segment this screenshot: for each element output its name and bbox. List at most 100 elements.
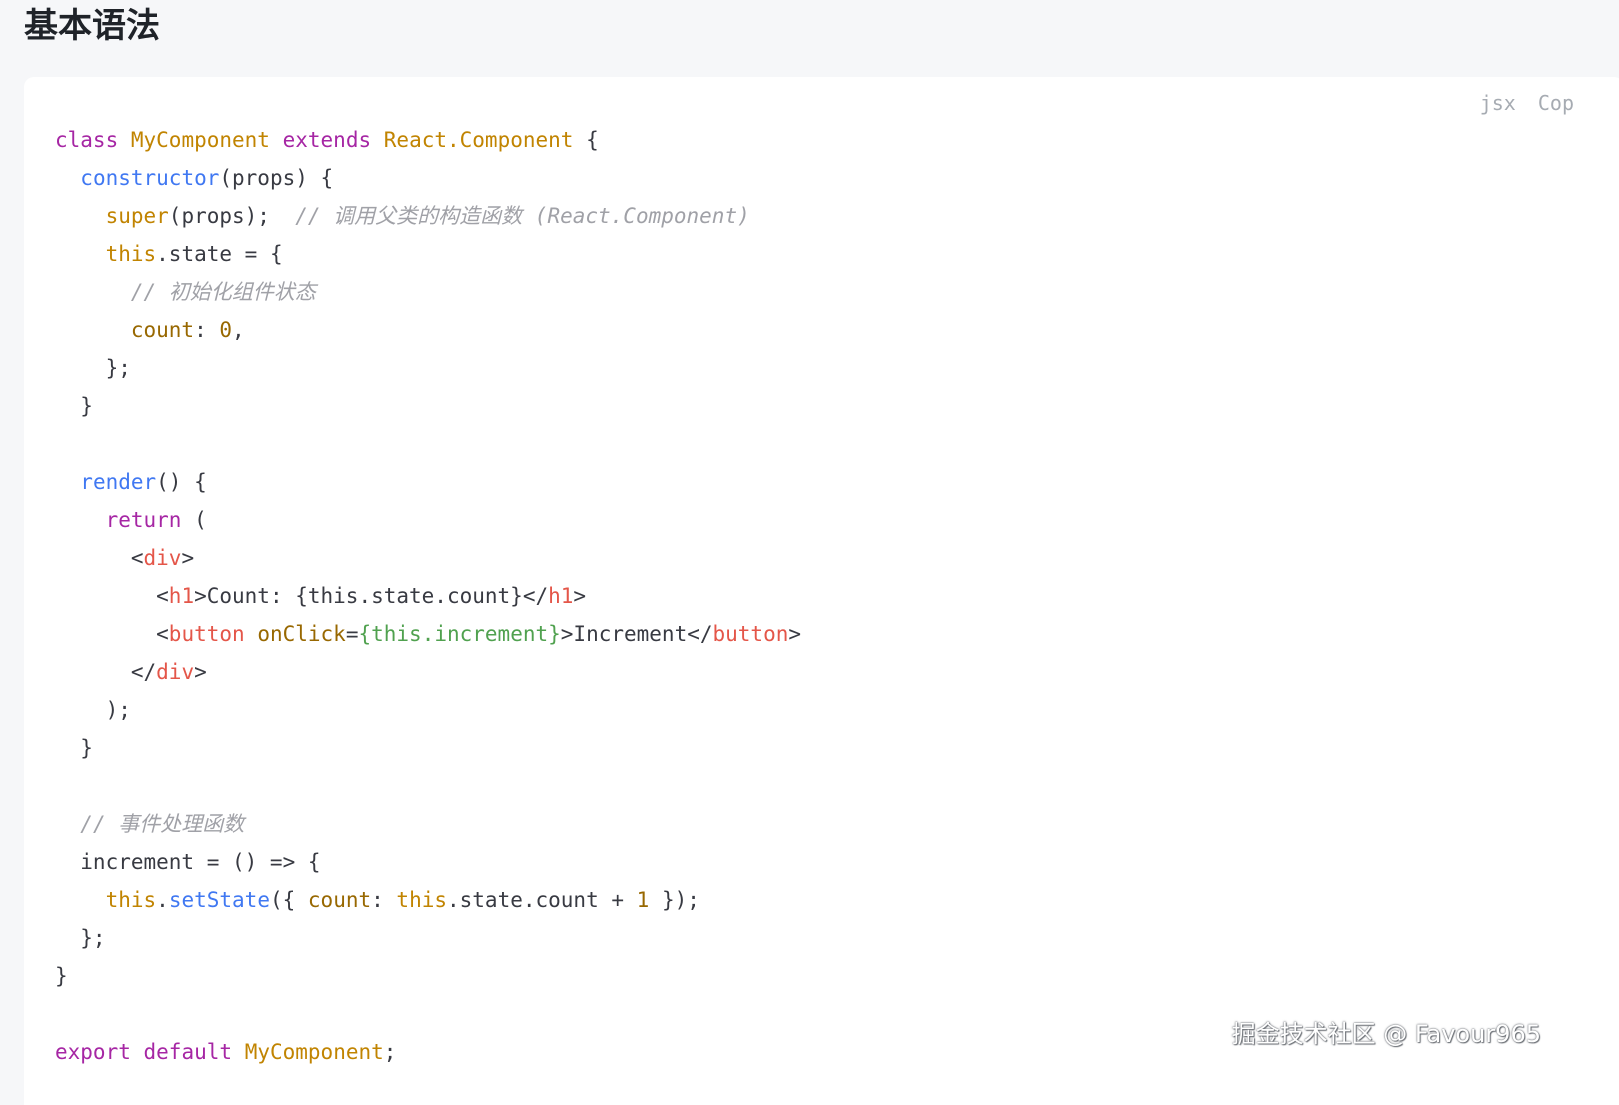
code-line: return (	[55, 501, 801, 539]
code-token: <	[55, 584, 169, 608]
code-token: default	[143, 1040, 233, 1064]
code-token: React.Component	[383, 128, 574, 152]
code-token: h1	[548, 584, 574, 608]
code-token: (props);	[168, 204, 296, 228]
code-token: }	[55, 736, 93, 760]
code-token: // 事件处理函数	[80, 812, 245, 836]
code-token: >	[194, 660, 207, 684]
code-token: class	[55, 128, 119, 152]
code-line: // 事件处理函数	[55, 805, 801, 843]
site-watermark: 掘金技术社区 @ Favour965	[1231, 1020, 1541, 1048]
code-token: onClick	[257, 622, 346, 646]
code-line: };	[55, 349, 801, 387]
code-token: count	[307, 888, 372, 912]
code-token: button	[712, 622, 789, 646]
code-token: h1	[168, 584, 195, 608]
code-line: <button onClick={this.increment}>Increme…	[55, 615, 801, 653]
code-token: :	[371, 888, 397, 912]
code-token: =	[345, 622, 359, 646]
code-token: count	[130, 318, 195, 342]
code-token: increment = () => {	[55, 850, 321, 874]
code-token: };	[55, 926, 106, 950]
code-line: }	[55, 729, 801, 767]
code-token: 1	[636, 888, 650, 912]
code-line: </div>	[55, 653, 801, 691]
code-token: // 初始化组件状态	[130, 280, 316, 304]
code-line: // 初始化组件状态	[55, 273, 801, 311]
section-heading: 基本语法	[24, 6, 160, 46]
code-token: render	[80, 470, 157, 494]
code-token: this	[396, 888, 447, 912]
code-token: {this.increment}	[358, 622, 561, 646]
code-token: MyComponent	[244, 1040, 384, 1064]
code-line: render() {	[55, 463, 801, 501]
code-token: </	[55, 660, 157, 684]
code-line: );	[55, 691, 801, 729]
code-token: ({	[269, 888, 308, 912]
code-line: };	[55, 919, 801, 957]
code-line: class MyComponent extends React.Componen…	[55, 121, 801, 159]
code-token: ;	[383, 1040, 397, 1064]
code-token: );	[55, 698, 131, 722]
code-language-label: jsx	[1479, 91, 1516, 115]
code-token: <	[55, 546, 144, 570]
code-line: increment = () => {	[55, 843, 801, 881]
code-content: class MyComponent extends React.Componen…	[55, 121, 801, 1071]
code-token: div	[143, 546, 182, 570]
code-token: this	[105, 888, 157, 912]
code-token: {	[573, 128, 599, 152]
code-token: }	[55, 964, 68, 988]
copy-code-button[interactable]: Cop	[1538, 91, 1574, 115]
code-token: ,	[232, 318, 245, 342]
code-token: });	[649, 888, 700, 912]
code-token: MyComponent	[130, 128, 270, 152]
code-line: <h1>Count: {this.state.count}</h1>	[55, 577, 801, 615]
code-token: };	[55, 356, 131, 380]
code-token: button	[168, 622, 245, 646]
code-token: this	[105, 242, 157, 266]
code-token: constructor	[80, 166, 220, 190]
code-block: jsx Cop class MyComponent extends React.…	[24, 77, 1619, 1105]
code-line: count: 0,	[55, 311, 801, 349]
code-token: >Count: {this.state.count}</	[194, 584, 549, 608]
code-token: (props) {	[219, 166, 334, 190]
code-token: (	[181, 508, 207, 532]
code-toolbar: jsx Cop	[1470, 91, 1574, 115]
code-token: super	[105, 204, 169, 228]
code-token: setState	[168, 888, 270, 912]
code-token: >	[573, 584, 587, 608]
code-token: >	[181, 546, 195, 570]
code-token: .state = {	[156, 242, 283, 266]
code-token: <	[55, 622, 169, 646]
code-line: }	[55, 387, 801, 425]
code-token: extends	[282, 128, 372, 152]
code-token: return	[105, 508, 182, 532]
code-token: .state.count +	[447, 888, 637, 912]
code-line: constructor(props) {	[55, 159, 801, 197]
code-token: .	[156, 888, 169, 912]
code-token: :	[194, 318, 220, 342]
code-line: this.setState({ count: this.state.count …	[55, 881, 801, 919]
code-token: >Increment</	[560, 622, 713, 646]
code-token: }	[55, 394, 93, 418]
code-line: super(props); // 调用父类的构造函数 (React.Compon…	[55, 197, 801, 235]
code-line: export default MyComponent;	[55, 1033, 801, 1071]
code-token: export	[55, 1040, 131, 1064]
code-token: >	[788, 622, 802, 646]
code-line: <div>	[55, 539, 801, 577]
code-line: }	[55, 957, 801, 995]
code-line: this.state = {	[55, 235, 801, 273]
